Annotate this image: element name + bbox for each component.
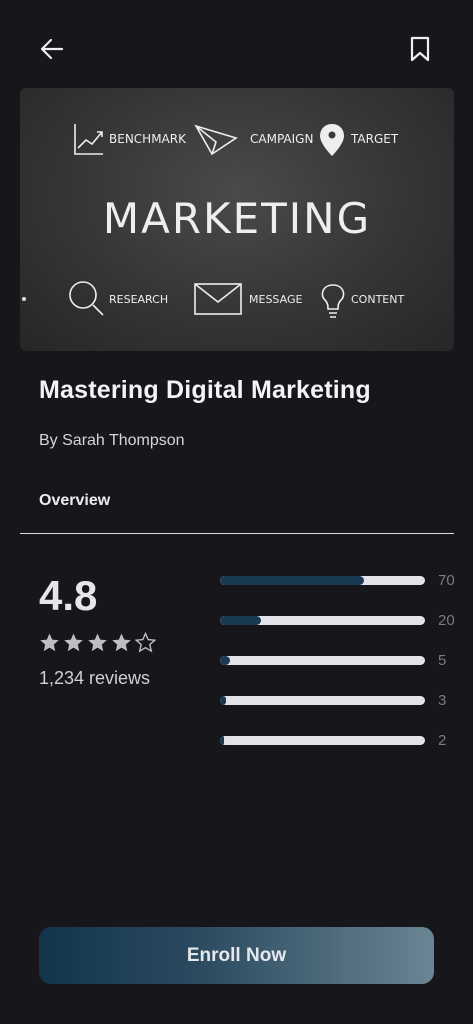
hero-headline: MARKETING (103, 194, 371, 243)
magnifier-icon (69, 281, 104, 316)
hero-label-research: RESEARCH (109, 293, 168, 306)
hero-label-message: MESSAGE (249, 293, 302, 306)
course-title: Mastering Digital Marketing (39, 376, 371, 404)
review-count: 1,234 reviews (39, 668, 151, 688)
bookmark-button[interactable] (406, 34, 434, 64)
rating-bar-row: 70 (220, 572, 473, 612)
rating-bar-row: 20 (220, 612, 473, 652)
rating-bar-fill (220, 576, 364, 585)
rating-bar-track (220, 736, 425, 745)
rating-bar-track (220, 656, 425, 665)
envelope-icon (194, 283, 242, 315)
rating-bar-track (220, 576, 425, 585)
map-pin-icon (320, 124, 344, 156)
rating-bar-track (220, 616, 425, 625)
chart-icon (74, 124, 103, 155)
rating-bar-fill (220, 656, 231, 665)
hero-label-campaign: CAMPAIGN (250, 132, 313, 146)
rating-bar-row: 5 (220, 652, 473, 692)
rating-bar-track (220, 696, 425, 705)
tab-divider (20, 533, 454, 534)
lightbulb-icon (321, 284, 345, 318)
course-author: By Sarah Thompson (39, 432, 185, 449)
top-bar (0, 0, 473, 88)
paper-plane-icon (194, 124, 238, 156)
star-filled-icon (112, 633, 131, 652)
rating-bar-label: 3 (438, 692, 447, 709)
rating-bar-fill (220, 616, 261, 625)
rating-bar-row: 3 (220, 692, 473, 732)
star-filled-icon (64, 633, 83, 652)
rating-distribution: 70 20 5 3 2 (220, 572, 473, 772)
enroll-button[interactable]: Enroll Now (39, 927, 434, 984)
rating-bar-label: 2 (438, 732, 447, 749)
rating-bar-label: 70 (438, 572, 454, 589)
arrow-left-icon (40, 38, 64, 60)
star-rating (39, 632, 156, 653)
back-button[interactable] (38, 34, 68, 64)
rating-bar-fill (220, 696, 227, 705)
hero-label-benchmark: BENCHMARK (109, 132, 187, 146)
star-filled-icon (88, 633, 107, 652)
course-hero-image: BENCHMARK CAMPAIGN TARGET MARKETING RESE… (20, 88, 454, 351)
rating-value: 4.8 (39, 572, 98, 619)
hero-label-content: CONTENT (351, 293, 404, 306)
rating-bar-label: 5 (438, 652, 447, 669)
hero-label-target: TARGET (350, 132, 399, 146)
rating-bar-fill (220, 736, 225, 745)
star-outline-icon (135, 632, 156, 653)
star-filled-icon (40, 633, 59, 652)
bookmark-icon (410, 36, 430, 62)
tab-overview[interactable]: Overview (39, 492, 110, 510)
rating-bar-label: 20 (438, 612, 454, 629)
rating-bar-row: 2 (220, 732, 473, 772)
